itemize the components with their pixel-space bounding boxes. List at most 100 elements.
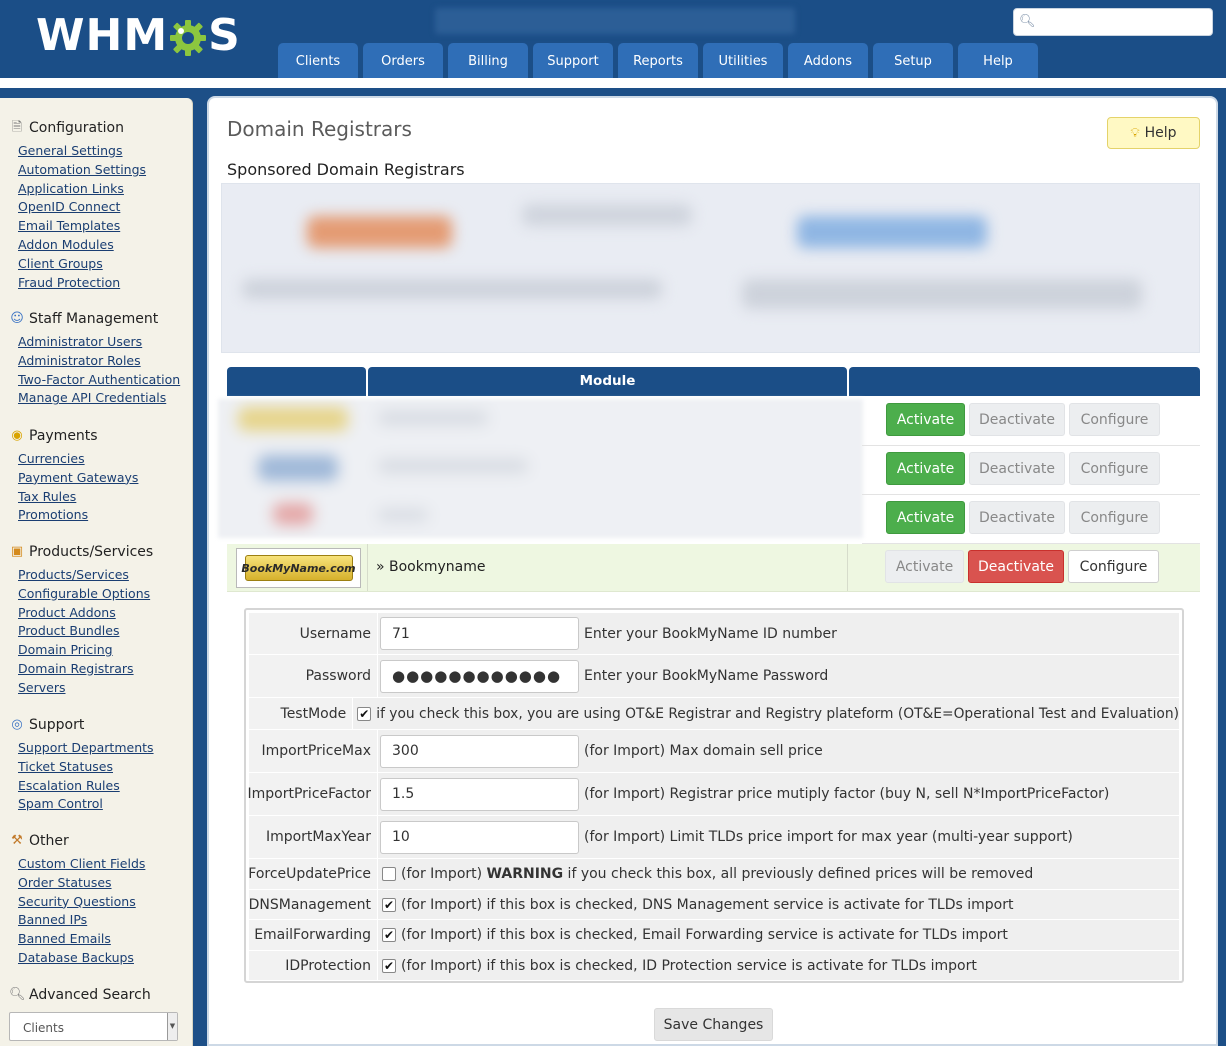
config-description: (for Import) if this box is checked, ID … bbox=[401, 957, 977, 974]
nav-tab-support[interactable]: Support bbox=[533, 43, 613, 78]
sidebar-link-configurable-options[interactable]: Configurable Options bbox=[18, 585, 193, 604]
sidebar-link-spam-control[interactable]: Spam Control bbox=[18, 795, 193, 814]
config-description: (for Import) Registrar price mutiply fac… bbox=[584, 786, 1110, 802]
config-row-username: Username Enter your BookMyName ID number bbox=[249, 613, 1179, 655]
sidebar-link-product-bundles[interactable]: Product Bundles bbox=[18, 622, 193, 641]
config-row-emailforwarding: EmailForwarding ✔ (for Import) if this b… bbox=[249, 920, 1179, 951]
blurred-registrar-list bbox=[218, 399, 863, 538]
help-button-label: Help bbox=[1144, 125, 1177, 141]
advanced-search-select[interactable]: Clients ▼ bbox=[9, 1012, 178, 1041]
bookmyname-logo: BookMyName.com bbox=[236, 548, 361, 588]
sidebar-link-currencies[interactable]: Currencies bbox=[18, 450, 193, 469]
password-input[interactable] bbox=[380, 659, 579, 693]
idprotection-checkbox[interactable]: ✔ bbox=[382, 958, 396, 973]
sidebar-link-database-backups[interactable]: Database Backups bbox=[18, 949, 193, 968]
nav-tab-orders[interactable]: Orders bbox=[363, 43, 443, 78]
sidebar-link-administrator-roles[interactable]: Administrator Roles bbox=[18, 352, 193, 371]
search-box[interactable]: 🔍︎ bbox=[1013, 8, 1213, 36]
sidebar-link-openid-connect[interactable]: OpenID Connect bbox=[18, 198, 193, 217]
sidebar-link-payment-gateways[interactable]: Payment Gateways bbox=[18, 469, 193, 488]
gear-icon bbox=[169, 17, 207, 56]
emailforwarding-checkbox[interactable]: ✔ bbox=[382, 928, 396, 942]
config-row-testmode: TestMode ✔ if you check this box, you ar… bbox=[249, 698, 1179, 730]
magnifier-icon: 🔍︎ bbox=[9, 987, 26, 1002]
chevron-down-icon[interactable]: ▼ bbox=[167, 1013, 177, 1040]
nav-tab-clients[interactable]: Clients bbox=[278, 43, 358, 78]
config-row-importpricefactor: ImportPriceFactor (for Import) Registrar… bbox=[248, 773, 1179, 816]
config-row-importpricemax: ImportPriceMax (for Import) Max domain s… bbox=[249, 730, 1179, 773]
sidebar-section-title: Support bbox=[29, 717, 85, 733]
importmaxyear-input[interactable] bbox=[380, 820, 579, 854]
importpricefactor-input[interactable] bbox=[380, 777, 579, 811]
nav-tab-billing[interactable]: Billing bbox=[448, 43, 528, 78]
deactivate-button[interactable]: Deactivate bbox=[969, 501, 1065, 534]
sidebar-link-order-statuses[interactable]: Order Statuses bbox=[18, 874, 193, 893]
sidebar-link-fraud-protection[interactable]: Fraud Protection bbox=[18, 274, 193, 293]
sidebar-link-automation-settings[interactable]: Automation Settings bbox=[18, 161, 193, 180]
sidebar-link-banned-emails[interactable]: Banned Emails bbox=[18, 930, 193, 949]
deactivate-button[interactable]: Deactivate bbox=[969, 403, 1065, 436]
search-input[interactable] bbox=[1038, 13, 1208, 31]
logo-text-right: S bbox=[208, 10, 241, 61]
sidebar-link-administrator-users[interactable]: Administrator Users bbox=[18, 333, 193, 352]
configure-button[interactable]: Configure bbox=[1068, 550, 1159, 583]
configure-button[interactable]: Configure bbox=[1069, 403, 1160, 436]
config-warning: WARNING bbox=[486, 866, 564, 882]
sidebar-section-staff-management: ☺ Staff Management Administrator Users Ad… bbox=[0, 309, 193, 408]
sidebar-link-ticket-statuses[interactable]: Ticket Statuses bbox=[18, 758, 193, 777]
whmcs-logo[interactable]: WHM S bbox=[36, 10, 241, 62]
config-description-prefix: (for Import) bbox=[401, 866, 487, 882]
sidebar-link-addon-modules[interactable]: Addon Modules bbox=[18, 236, 193, 255]
nav-tab-utilities[interactable]: Utilities bbox=[703, 43, 783, 78]
sidebar-link-general-settings[interactable]: General Settings bbox=[18, 142, 193, 161]
testmode-checkbox[interactable]: ✔ bbox=[357, 706, 372, 721]
importpricemax-input[interactable] bbox=[380, 734, 579, 768]
help-button[interactable]: 💡︎ Help bbox=[1107, 117, 1200, 149]
sidebar-section-title: Configuration bbox=[29, 120, 124, 136]
box-icon: ▣ bbox=[10, 544, 24, 559]
username-input[interactable] bbox=[380, 617, 579, 650]
save-changes-button[interactable]: Save Changes bbox=[654, 1008, 773, 1041]
sidebar-link-domain-registrars[interactable]: Domain Registrars bbox=[18, 660, 193, 679]
sidebar-link-application-links[interactable]: Application Links bbox=[18, 180, 193, 199]
configure-button[interactable]: Configure bbox=[1069, 501, 1160, 534]
sidebar-link-manage-api-credentials[interactable]: Manage API Credentials bbox=[18, 389, 193, 408]
dnsmanagement-checkbox[interactable]: ✔ bbox=[382, 897, 396, 912]
main-content: Domain Registrars 💡︎ Help Sponsored Doma… bbox=[207, 96, 1218, 1046]
nav-tab-setup[interactable]: Setup bbox=[873, 43, 953, 78]
sidebar-link-custom-client-fields[interactable]: Custom Client Fields bbox=[18, 855, 193, 874]
lightbulb-icon: 💡︎ bbox=[1130, 125, 1140, 141]
config-description: (for Import) if this box is checked, Ema… bbox=[401, 927, 1008, 943]
sidebar-link-support-departments[interactable]: Support Departments bbox=[18, 739, 193, 758]
activate-button[interactable]: Activate bbox=[886, 452, 965, 485]
sidebar-link-promotions[interactable]: Promotions bbox=[18, 506, 193, 525]
search-icon: 🔍︎ bbox=[1019, 14, 1036, 29]
sidebar-link-domain-pricing[interactable]: Domain Pricing bbox=[18, 641, 193, 660]
sidebar-link-banned-ips[interactable]: Banned IPs bbox=[18, 911, 193, 930]
configure-button[interactable]: Configure bbox=[1069, 452, 1160, 485]
activate-button[interactable]: Activate bbox=[885, 550, 964, 583]
forceupdateprice-checkbox[interactable] bbox=[382, 867, 396, 881]
sidebar-link-client-groups[interactable]: Client Groups bbox=[18, 255, 193, 274]
sidebar-link-email-templates[interactable]: Email Templates bbox=[18, 217, 193, 236]
sidebar-section-title: Products/Services bbox=[29, 544, 154, 560]
sidebar-link-products-services[interactable]: Products/Services bbox=[18, 566, 193, 585]
config-label: ImportPriceFactor bbox=[248, 773, 378, 815]
document-gear-icon: 🗎︎ bbox=[11, 120, 23, 135]
activate-button[interactable]: Activate bbox=[886, 501, 965, 534]
nav-tab-addons[interactable]: Addons bbox=[788, 43, 868, 78]
activate-button[interactable]: Activate bbox=[886, 403, 965, 436]
sidebar-link-two-factor-authentication[interactable]: Two-Factor Authentication bbox=[18, 371, 193, 390]
sidebar-link-security-questions[interactable]: Security Questions bbox=[18, 893, 193, 912]
sponsored-registrars-banner[interactable] bbox=[221, 183, 1200, 353]
nav-tab-help[interactable]: Help bbox=[958, 43, 1038, 78]
registrar-config-form: Username Enter your BookMyName ID number… bbox=[244, 608, 1184, 983]
sidebar-link-tax-rules[interactable]: Tax Rules bbox=[18, 488, 193, 507]
deactivate-button[interactable]: Deactivate bbox=[968, 550, 1064, 583]
sidebar-link-product-addons[interactable]: Product Addons bbox=[18, 604, 193, 623]
deactivate-button[interactable]: Deactivate bbox=[969, 452, 1065, 485]
nav-tab-reports[interactable]: Reports bbox=[618, 43, 698, 78]
sidebar-link-escalation-rules[interactable]: Escalation Rules bbox=[18, 777, 193, 796]
config-label: Password bbox=[249, 655, 378, 697]
sidebar-link-servers[interactable]: Servers bbox=[18, 679, 193, 698]
